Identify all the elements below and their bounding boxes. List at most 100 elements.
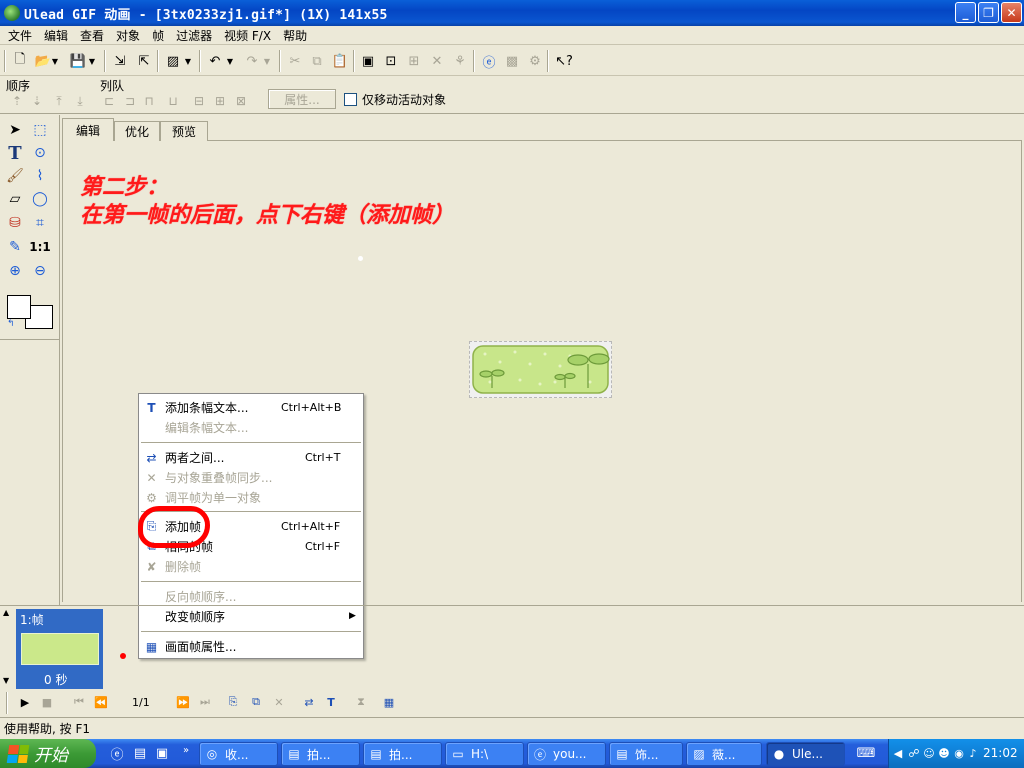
- menu-view[interactable]: 查看: [74, 27, 110, 44]
- paste-icon[interactable]: 📋: [330, 51, 350, 71]
- web-optimize-icon[interactable]: ▩: [502, 51, 522, 71]
- copy-icon[interactable]: ⧉: [307, 51, 327, 71]
- canvas-icon[interactable]: ▣: [358, 51, 378, 71]
- web-export-icon[interactable]: ⚙: [525, 51, 545, 71]
- send-backward-icon[interactable]: ⇣: [28, 92, 46, 110]
- frame-properties-button-icon[interactable]: ▦: [380, 693, 398, 711]
- frame-scroll-down-icon[interactable]: ▼: [3, 676, 9, 685]
- menu-edit[interactable]: 编辑: [38, 27, 74, 44]
- add-frame-button-icon[interactable]: ⎘: [224, 693, 242, 711]
- ellipse-select-icon[interactable]: ◯: [29, 188, 51, 210]
- title-bar[interactable]: Ulead GIF 动画 - [3tx0233zj1.gif*] (1X) 14…: [0, 0, 1024, 26]
- task-button-ulead[interactable]: ● Ule...: [766, 742, 845, 766]
- close-button[interactable]: ✕: [1001, 2, 1022, 23]
- ulead-app-icon[interactable]: [4, 5, 20, 21]
- menu-filter[interactable]: 过滤器: [170, 27, 218, 44]
- antivirus-icon[interactable]: ◉: [952, 746, 966, 760]
- task-button-7[interactable]: ▨ 薇...: [686, 742, 762, 766]
- menu-help[interactable]: 帮助: [277, 27, 313, 44]
- cut-icon[interactable]: ✂: [285, 51, 305, 71]
- task-button-2[interactable]: ▤ 拍...: [281, 742, 360, 766]
- send-to-back-icon[interactable]: ⤓: [71, 92, 89, 110]
- menu-item-reverse-frames[interactable]: 反向帧顺序...: [139, 586, 363, 606]
- task-button-1[interactable]: ◎ 收...: [199, 742, 278, 766]
- distribute-icon[interactable]: ⊠: [232, 92, 250, 110]
- eyedropper-tool-icon[interactable]: ✎: [4, 236, 26, 258]
- ie-quicklaunch-icon[interactable]: ⓔ: [108, 744, 126, 763]
- new-file-icon[interactable]: 🗋: [10, 51, 30, 71]
- tab-optimize[interactable]: 优化: [114, 121, 160, 141]
- task-button-4[interactable]: ▭ H:\: [445, 742, 524, 766]
- frame-scroll-up-icon[interactable]: ▲: [3, 608, 9, 617]
- qq-icon-1[interactable]: ☺: [922, 746, 936, 760]
- crop-tool-icon[interactable]: ⌗: [29, 212, 51, 234]
- menu-item-edit-banner-text[interactable]: 编辑条幅文本...: [139, 417, 363, 437]
- menu-file[interactable]: 文件: [2, 27, 38, 44]
- eraser-tool-icon[interactable]: ▱: [4, 188, 26, 210]
- duplicate-frame-button-icon[interactable]: ⧉: [247, 693, 265, 711]
- pick-tool-icon[interactable]: ➤: [4, 119, 26, 141]
- browser-preview-icon[interactable]: ⓔ: [479, 51, 499, 71]
- banner-text-button-icon[interactable]: T: [322, 693, 340, 711]
- tab-preview[interactable]: 预览: [160, 121, 208, 141]
- only-move-active-checkbox[interactable]: 仅移动活动对象: [344, 91, 446, 108]
- bucket-fill-icon[interactable]: ⛁: [4, 212, 26, 234]
- save-dropdown-icon[interactable]: ▼: [87, 51, 97, 71]
- tab-edit[interactable]: 编辑: [62, 118, 114, 141]
- transform-tool-icon[interactable]: ⊙: [29, 142, 51, 164]
- canvas-image[interactable]: [469, 341, 612, 398]
- tray-expand-icon[interactable]: ◀: [891, 746, 905, 760]
- align-left-icon[interactable]: ⊏: [100, 92, 118, 110]
- task-button-5[interactable]: ⓔ you...: [527, 742, 606, 766]
- center-horizontal-icon[interactable]: ⊟: [190, 92, 208, 110]
- marquee-tool-icon[interactable]: ⬚: [29, 119, 51, 141]
- actual-size-icon[interactable]: 1:1: [29, 236, 51, 258]
- network-icon[interactable]: ☍: [907, 746, 921, 760]
- bring-forward-icon[interactable]: ⇡: [8, 92, 26, 110]
- open-dropdown-icon[interactable]: ▼: [50, 51, 60, 71]
- play-icon[interactable]: ▶: [16, 693, 34, 711]
- start-button[interactable]: 开始: [0, 739, 96, 768]
- context-help-icon[interactable]: ↖?: [554, 51, 574, 71]
- tween-button-icon[interactable]: ⇄: [300, 693, 318, 711]
- menu-item-delete-frame[interactable]: ✘ 删除帧: [139, 556, 363, 576]
- media-quicklaunch-icon[interactable]: ▤: [131, 744, 149, 762]
- text-tool-icon[interactable]: T: [4, 142, 26, 164]
- quicklaunch-more-icon[interactable]: »: [177, 741, 195, 759]
- swap-colors-icon[interactable]: ↰: [7, 319, 15, 329]
- foreground-color-swatch[interactable]: [7, 295, 31, 319]
- center-vertical-icon[interactable]: ⊞: [211, 92, 229, 110]
- export-icon[interactable]: ⇱: [134, 51, 154, 71]
- sync-button-icon[interactable]: ⧗: [352, 693, 370, 711]
- checkbox-box[interactable]: [344, 93, 357, 106]
- task-button-6[interactable]: ▤ 饰...: [609, 742, 683, 766]
- add-image-icon[interactable]: ⊡: [381, 51, 401, 71]
- lasso-tool-icon[interactable]: ⌇: [29, 165, 51, 187]
- undo-icon[interactable]: ↶: [205, 51, 225, 71]
- desktop-quicklaunch-icon[interactable]: ▣: [153, 744, 171, 762]
- next-frame-icon[interactable]: ⏩: [174, 693, 192, 711]
- tween-tool-icon[interactable]: ✕: [427, 51, 447, 71]
- redo-icon[interactable]: ↷: [242, 51, 262, 71]
- menu-item-add-banner-text[interactable]: T 添加条幅文本... Ctrl+Alt+B: [139, 397, 363, 417]
- stop-icon[interactable]: ■: [38, 693, 56, 711]
- frame-thumbnail-1[interactable]: 1:帧 0 秒: [16, 609, 103, 689]
- undo-dropdown-icon[interactable]: ▼: [225, 51, 235, 71]
- menu-item-tween[interactable]: ⇄ 两者之间... Ctrl+T: [139, 447, 363, 467]
- properties-button[interactable]: 属性...: [268, 89, 336, 109]
- first-frame-icon[interactable]: ⏮: [70, 693, 88, 711]
- keyboard-icon[interactable]: ⌨: [857, 744, 876, 762]
- menu-item-flatten-frame[interactable]: ⚙ 调平帧为单一对象: [139, 487, 363, 507]
- qq-icon-2[interactable]: ☻: [937, 746, 951, 760]
- delete-frame-button-icon[interactable]: ✕: [270, 693, 288, 711]
- zoom-out-icon[interactable]: ⊖: [29, 260, 51, 282]
- menu-item-sync-overlap[interactable]: ✕ 与对象重叠帧同步...: [139, 467, 363, 487]
- menu-video-fx[interactable]: 视频 F/X: [218, 27, 277, 44]
- add-object-icon[interactable]: ⊞: [404, 51, 424, 71]
- maximize-button[interactable]: ❐: [978, 2, 999, 23]
- volume-icon[interactable]: ♪: [966, 746, 980, 760]
- minimize-button[interactable]: _: [955, 2, 976, 23]
- paintbrush-tool-icon[interactable]: 🖌: [4, 165, 26, 187]
- editor-dropdown-icon[interactable]: ▼: [183, 51, 193, 71]
- save-icon[interactable]: 💾: [68, 51, 88, 71]
